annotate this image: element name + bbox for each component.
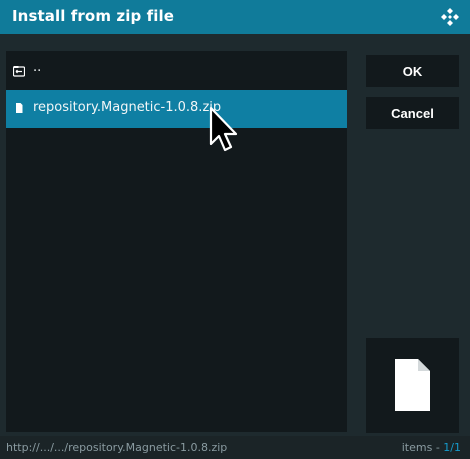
- parent-folder-icon: [13, 66, 25, 77]
- status-bar: http://.../.../repository.Magnetic-1.0.8…: [0, 436, 470, 459]
- items-count-value: 1/1: [443, 441, 461, 454]
- kodi-logo-icon: [441, 8, 459, 26]
- file-icon: [395, 359, 430, 411]
- cancel-button[interactable]: Cancel: [366, 97, 459, 129]
- list-item-parent-folder[interactable]: ..: [6, 53, 347, 91]
- list-item-label: repository.Magnetic-1.0.8.zip: [33, 100, 222, 115]
- list-item-label: ..: [33, 60, 42, 75]
- file-preview: [366, 338, 459, 433]
- list-item-zip-file[interactable]: repository.Magnetic-1.0.8.zip: [6, 90, 347, 128]
- ok-button[interactable]: OK: [366, 55, 459, 87]
- dialog-title: Install from zip file: [12, 7, 174, 25]
- items-separator: -: [432, 441, 444, 454]
- title-bar: Install from zip file: [0, 0, 470, 34]
- file-icon: [16, 103, 23, 113]
- items-count: items - 1/1: [402, 441, 461, 454]
- file-list[interactable]: .. repository.Magnetic-1.0.8.zip: [6, 51, 347, 432]
- items-label: items: [401, 441, 433, 454]
- mouse-cursor-icon: [209, 106, 238, 152]
- status-path: http://.../.../repository.Magnetic-1.0.8…: [6, 441, 228, 454]
